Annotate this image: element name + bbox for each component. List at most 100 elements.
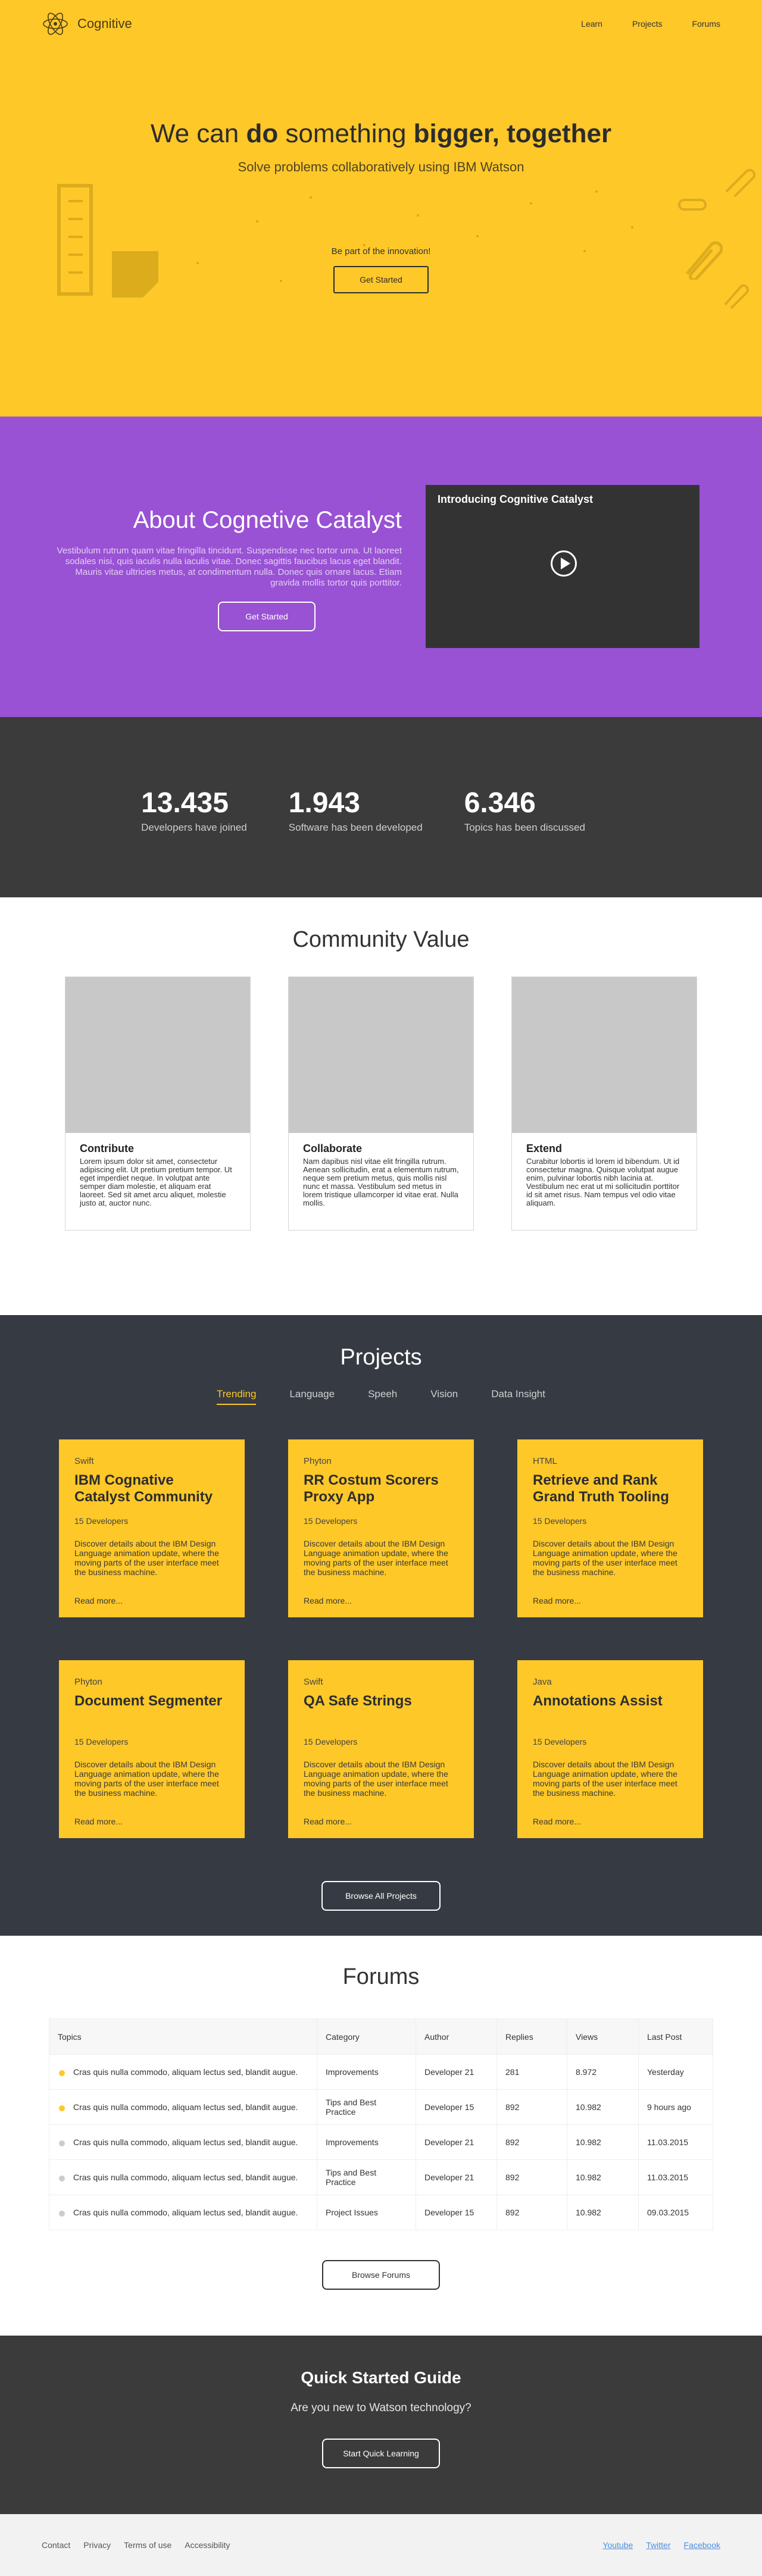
project-card[interactable]: Java Annotations Assist 15 Developers Di…	[517, 1660, 703, 1838]
table-row[interactable]: Cras quis nulla commodo, aliquam lectus …	[49, 2124, 713, 2160]
community-title: Community Value	[292, 927, 470, 952]
browse-all-projects-button[interactable]: Browse All Projects	[321, 1881, 441, 1911]
browse-forums-button[interactable]: Browse Forums	[322, 2260, 440, 2290]
stat-topics: 6.346 Topics has been discussed	[464, 788, 585, 897]
category-cell: Tips and Best Practice	[317, 2159, 416, 2195]
stat-label: Software has been developed	[288, 822, 423, 833]
project-description: Discover details about the IBM Design La…	[74, 1539, 219, 1577]
about-get-started-button[interactable]: Get Started	[218, 602, 316, 631]
status-dot	[59, 2211, 65, 2217]
decor-dot	[310, 196, 312, 199]
footer-link-facebook[interactable]: Facebook	[684, 2540, 720, 2550]
stat-value: 6.346	[464, 787, 536, 819]
tab-vision[interactable]: Vision	[430, 1388, 458, 1405]
start-quick-learning-button[interactable]: Start Quick Learning	[322, 2439, 440, 2468]
hero-cta-label: Be part of the innovation!	[331, 246, 431, 256]
hero-subtitle: Solve problems collaboratively using IBM…	[238, 159, 524, 174]
community-card-extend[interactable]: Extend Curabitur lobortis id lorem id bi…	[511, 976, 697, 1231]
table-row[interactable]: Cras quis nulla commodo, aliquam lectus …	[49, 2089, 713, 2125]
topic-link[interactable]: Cras quis nulla commodo, aliquam lectus …	[73, 2102, 298, 2112]
project-card[interactable]: HTML Retrieve and Rank Grand Truth Tooli…	[517, 1439, 703, 1617]
project-card[interactable]: Phyton RR Costum Scorers Proxy App 15 De…	[288, 1439, 474, 1617]
replies-cell: 281	[496, 2054, 567, 2090]
project-title: Annotations Assist	[533, 1693, 663, 1709]
topic-link[interactable]: Cras quis nulla commodo, aliquam lectus …	[73, 2137, 298, 2147]
hero-get-started-button[interactable]: Get Started	[333, 266, 429, 293]
author-cell: Developer 15	[416, 2195, 497, 2230]
project-language: Java	[533, 1677, 552, 1687]
read-more-link[interactable]: Read more...	[533, 1817, 581, 1826]
read-more-link[interactable]: Read more...	[533, 1596, 581, 1605]
project-title: Retrieve and Rank Grand Truth Tooling	[533, 1472, 669, 1505]
footer-link-contact[interactable]: Contact	[42, 2540, 70, 2550]
footer-link-youtube[interactable]: Youtube	[602, 2540, 633, 2550]
column-header[interactable]: Replies	[496, 2018, 567, 2055]
read-more-link[interactable]: Read more...	[74, 1596, 123, 1605]
column-header[interactable]: Author	[416, 2018, 497, 2055]
tab-trending[interactable]: Trending	[216, 1388, 257, 1405]
project-description: Discover details about the IBM Design La…	[304, 1539, 448, 1577]
footer-link-terms[interactable]: Terms of use	[124, 2540, 171, 2550]
about-section: About Cognetive Catalyst Vestibulum rutr…	[0, 417, 762, 717]
last-post-cell: 11.03.2015	[638, 2159, 713, 2195]
decor-dot	[595, 190, 598, 193]
community-card-collaborate[interactable]: Collaborate Nam dapibus nisl vitae elit …	[288, 976, 474, 1231]
read-more-link[interactable]: Read more...	[304, 1596, 352, 1605]
footer: Contact Privacy Terms of use Accessibili…	[0, 2514, 762, 2576]
card-body: Curabitur lobortis id lorem id bibendum.…	[526, 1157, 680, 1207]
last-post-cell: 09.03.2015	[638, 2195, 713, 2230]
project-card[interactable]: Swift IBM Cognative Catalyst Community 1…	[59, 1439, 245, 1617]
project-card[interactable]: Swift QA Safe Strings 15 Developers Disc…	[288, 1660, 474, 1838]
read-more-link[interactable]: Read more...	[304, 1817, 352, 1826]
nav-learn[interactable]: Learn	[581, 19, 602, 29]
nav-forums[interactable]: Forums	[692, 19, 720, 29]
brand-logo[interactable]: Cognitive	[42, 10, 132, 37]
projects-tabs: Trending Language Speeh Vision Data Insi…	[0, 1388, 762, 1405]
column-header[interactable]: Category	[317, 2018, 416, 2055]
topic-link[interactable]: Cras quis nulla commodo, aliquam lectus …	[73, 2173, 298, 2182]
project-title: Document Segmenter	[74, 1693, 223, 1709]
footer-link-accessibility[interactable]: Accessibility	[185, 2540, 230, 2550]
read-more-link[interactable]: Read more...	[74, 1817, 123, 1826]
tab-language[interactable]: Language	[289, 1388, 335, 1405]
column-header[interactable]: Views	[567, 2018, 639, 2055]
column-header[interactable]: Topics	[49, 2018, 317, 2055]
project-title: RR Costum Scorers Proxy App	[304, 1472, 439, 1505]
project-card[interactable]: Phyton Document Segmenter 15 Developers …	[59, 1660, 245, 1838]
video-player[interactable]: Introducing Cognitive Catalyst	[426, 485, 699, 648]
card-body: Nam dapibus nisl vitae elit fringilla ru…	[303, 1157, 459, 1207]
community-card-contribute[interactable]: Contribute Lorem ipsum dolor sit amet, c…	[65, 976, 251, 1231]
project-developers: 15 Developers	[533, 1516, 587, 1526]
views-cell: 10.982	[567, 2195, 639, 2230]
table-row[interactable]: Cras quis nulla commodo, aliquam lectus …	[49, 2054, 713, 2090]
category-cell: Improvements	[317, 2054, 416, 2090]
project-description: Discover details about the IBM Design La…	[533, 1760, 677, 1798]
projects-section: Projects Trending Language Speeh Vision …	[0, 1315, 762, 1936]
column-header[interactable]: Last Post	[638, 2018, 713, 2055]
table-row[interactable]: Cras quis nulla commodo, aliquam lectus …	[49, 2159, 713, 2195]
clip-icon	[678, 199, 707, 211]
nav-projects[interactable]: Projects	[632, 19, 663, 29]
author-cell: Developer 21	[416, 2054, 497, 2090]
project-language: Phyton	[74, 1677, 102, 1687]
views-cell: 10.982	[567, 2124, 639, 2160]
replies-cell: 892	[496, 2195, 567, 2230]
project-developers: 15 Developers	[304, 1516, 358, 1526]
tab-data-insight[interactable]: Data Insight	[491, 1388, 545, 1405]
topic-link[interactable]: Cras quis nulla commodo, aliquam lectus …	[73, 2208, 298, 2217]
footer-link-privacy[interactable]: Privacy	[83, 2540, 111, 2550]
views-cell: 10.982	[567, 2159, 639, 2195]
forums-title: Forums	[342, 1964, 420, 1989]
category-cell: Project Issues	[317, 2195, 416, 2230]
decor-dot	[476, 235, 479, 237]
decor-dot	[417, 214, 419, 217]
topic-link[interactable]: Cras quis nulla commodo, aliquam lectus …	[73, 2067, 298, 2077]
replies-cell: 892	[496, 2089, 567, 2125]
table-row[interactable]: Cras quis nulla commodo, aliquam lectus …	[49, 2195, 713, 2230]
card-title: Contribute	[80, 1143, 134, 1154]
play-icon[interactable]	[551, 550, 577, 577]
decor-dot	[530, 202, 532, 205]
footer-link-twitter[interactable]: Twitter	[646, 2540, 670, 2550]
tab-speech[interactable]: Speeh	[368, 1388, 397, 1405]
status-dot	[59, 2140, 65, 2146]
